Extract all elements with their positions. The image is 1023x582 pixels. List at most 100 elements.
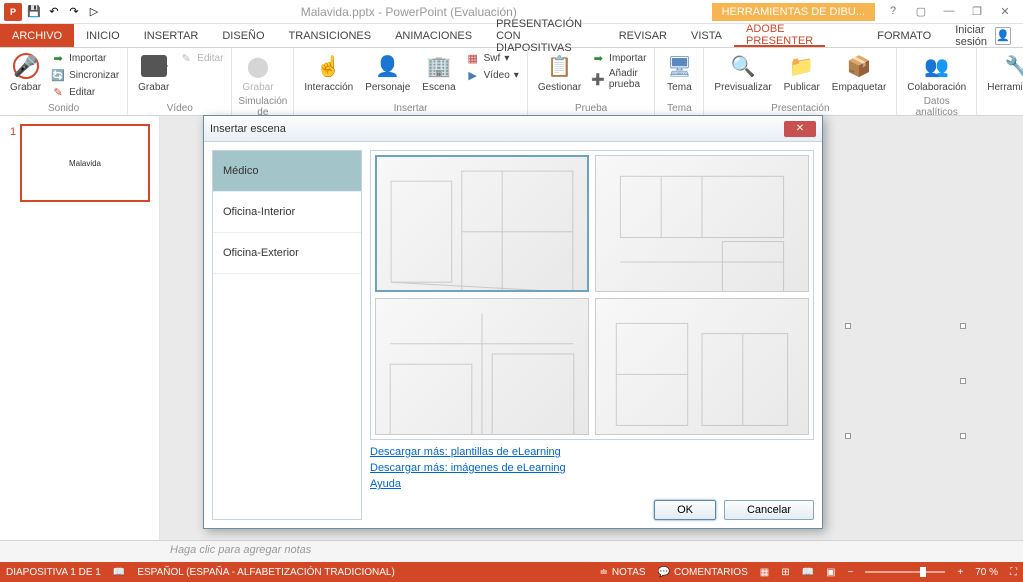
sincronizar-button[interactable]: 🔄Sincronizar [49, 67, 121, 83]
category-list: Médico Oficina-Interior Oficina-Exterior [212, 150, 362, 520]
slideshow-icon[interactable]: ▷ [86, 4, 102, 20]
zoom-slider[interactable] [865, 571, 945, 573]
manage-icon: 📋 [545, 52, 573, 80]
theme-icon: 🖥 [665, 52, 693, 80]
grabar-label: Grabar [10, 82, 41, 93]
publish-icon: 📁 [788, 52, 816, 80]
signin-label: Iniciar sesión [955, 24, 989, 48]
slides-panel[interactable]: 1 Malavida [0, 116, 160, 540]
grabar-sim-button: ⬤ Grabar [238, 50, 277, 95]
help-link[interactable]: Ayuda [370, 478, 814, 490]
edit-icon: ✎ [51, 85, 65, 99]
preview-icon: 🔍 [729, 52, 757, 80]
tema-button[interactable]: 🖥Tema [661, 50, 697, 95]
undo-icon[interactable]: ↶ [46, 4, 62, 20]
notes-pane[interactable]: Haga clic para agregar notas [0, 540, 1023, 562]
category-item-oficina-interior[interactable]: Oficina-Interior [213, 192, 361, 233]
herramientas-button[interactable]: 🔧Herramientas [983, 50, 1023, 95]
scene-thumb-4[interactable] [595, 298, 809, 435]
grabar-video-label: Grabar [138, 82, 169, 93]
dialog-links: Descargar más: plantillas de eLearning D… [370, 440, 814, 496]
editar-audio-button[interactable]: ✎Editar [49, 84, 121, 100]
tab-animaciones[interactable]: ANIMACIONES [383, 24, 484, 47]
tab-adobe-presenter[interactable]: ADOBE PRESENTER [734, 24, 825, 47]
edit-icon: ✎ [179, 51, 193, 65]
fit-window-icon[interactable]: ⛶ [1010, 567, 1017, 578]
download-templates-link[interactable]: Descargar más: plantillas de eLearning [370, 446, 814, 458]
zoom-in-icon[interactable]: + [957, 567, 963, 578]
tab-insertar[interactable]: INSERTAR [132, 24, 211, 47]
save-icon[interactable]: 💾 [26, 4, 42, 20]
escena-button[interactable]: 🏢Escena [418, 50, 459, 95]
gestionar-button[interactable]: 📋Gestionar [534, 50, 585, 95]
scene-thumb-1[interactable] [375, 155, 589, 292]
personaje-button[interactable]: 👤Personaje [361, 50, 414, 95]
tab-vista[interactable]: VISTA [679, 24, 734, 47]
tools-icon: 🔧 [1003, 52, 1023, 80]
anadir-prueba-button[interactable]: ➕Añadir prueba [589, 67, 648, 91]
help-icon[interactable]: ? [883, 5, 903, 18]
zoom-level[interactable]: 70 % [975, 567, 998, 578]
normal-view-icon[interactable]: ▦ [760, 567, 769, 578]
grabar-audio-button[interactable]: 🎤 Grabar [6, 50, 45, 95]
ribbon-tabs: ARCHIVO INICIO INSERTAR DISEÑO TRANSICIO… [0, 24, 1023, 48]
slideshow-view-icon[interactable]: ▣ [826, 567, 835, 578]
app-icon[interactable]: P [4, 3, 22, 21]
group-sonido: 🎤 Grabar ➡Importar 🔄Sincronizar ✎Editar … [0, 48, 128, 115]
tab-presentacion[interactable]: PRESENTACIÓN CON DIAPOSITIVAS [484, 24, 607, 47]
reading-view-icon[interactable]: 📖 [802, 567, 814, 578]
minimize-icon[interactable]: — [939, 5, 959, 18]
notes-toggle[interactable]: ≐ NOTAS [599, 567, 645, 578]
restore-icon[interactable]: ❐ [967, 5, 987, 18]
sorter-view-icon[interactable]: ⊞ [781, 567, 789, 578]
video-insert-button[interactable]: ▶Vídeo ▾ [464, 67, 521, 83]
tab-transiciones[interactable]: TRANSICIONES [277, 24, 384, 47]
ok-button[interactable]: OK [654, 500, 716, 520]
category-item-oficina-exterior[interactable]: Oficina-Exterior [213, 233, 361, 274]
tab-diseno[interactable]: DISEÑO [210, 24, 276, 47]
empaquetar-button[interactable]: 📦Empaquetar [828, 50, 890, 95]
signin-link[interactable]: Iniciar sesión 👤 [943, 24, 1023, 47]
slide-counter[interactable]: DIAPOSITIVA 1 DE 1 [6, 567, 101, 578]
dialog-close-button[interactable]: ✕ [784, 121, 816, 137]
zoom-out-icon[interactable]: − [848, 567, 854, 578]
tab-inicio[interactable]: INICIO [74, 24, 132, 47]
close-icon[interactable]: ✕ [995, 5, 1015, 18]
interaccion-button[interactable]: ☝Interacción [300, 50, 357, 95]
tab-formato[interactable]: FORMATO [865, 24, 943, 47]
download-images-link[interactable]: Descargar más: imágenes de eLearning [370, 462, 814, 474]
thumb-title: Malavida [69, 159, 101, 168]
scene-thumb-3[interactable] [375, 298, 589, 435]
comments-toggle[interactable]: 💬 COMENTARIOS [658, 567, 748, 578]
slide-thumbnail[interactable]: 1 Malavida [20, 124, 150, 202]
add-icon: ➕ [591, 72, 605, 86]
group-label: Presentación [710, 102, 890, 115]
ribbon-options-icon[interactable]: ▢ [911, 5, 931, 18]
scene-thumb-2[interactable] [595, 155, 809, 292]
importar-prueba-button[interactable]: ➡Importar [589, 50, 648, 66]
avatar-icon: 👤 [995, 27, 1011, 45]
swf-button[interactable]: ▦Swf ▾ [464, 50, 521, 66]
window-title: Malavida.pptx - PowerPoint (Evaluación) [106, 5, 712, 19]
quick-access-toolbar: P 💾 ↶ ↷ ▷ [0, 3, 106, 21]
importar-audio-button[interactable]: ➡Importar [49, 50, 121, 66]
previsualizar-button[interactable]: 🔍Previsualizar [710, 50, 775, 95]
group-label: Insertar [300, 102, 520, 115]
insert-scene-dialog: Insertar escena ✕ Médico Oficina-Interio… [203, 115, 823, 529]
cancel-button[interactable]: Cancelar [724, 500, 814, 520]
redo-icon[interactable]: ↷ [66, 4, 82, 20]
publicar-button[interactable]: 📁Publicar [780, 50, 824, 95]
group-label: Sonido [6, 102, 121, 115]
spell-check-icon[interactable]: 📖 [113, 567, 125, 578]
character-icon: 👤 [374, 52, 402, 80]
tab-revisar[interactable]: REVISAR [607, 24, 679, 47]
language-indicator[interactable]: ESPAÑOL (ESPAÑA - ALFABETIZACIÓN TRADICI… [137, 567, 394, 578]
colaboracion-button[interactable]: 👥Colaboración [903, 50, 970, 95]
grabar-video-button[interactable]: Grabar [134, 50, 173, 95]
video-icon: ▶ [466, 68, 480, 82]
dialog-titlebar[interactable]: Insertar escena ✕ [204, 116, 822, 142]
tab-file[interactable]: ARCHIVO [0, 24, 74, 47]
package-icon: 📦 [845, 52, 873, 80]
category-item-medico[interactable]: Médico [213, 151, 361, 192]
group-datos: 👥Colaboración Datos analíticos [897, 48, 977, 115]
